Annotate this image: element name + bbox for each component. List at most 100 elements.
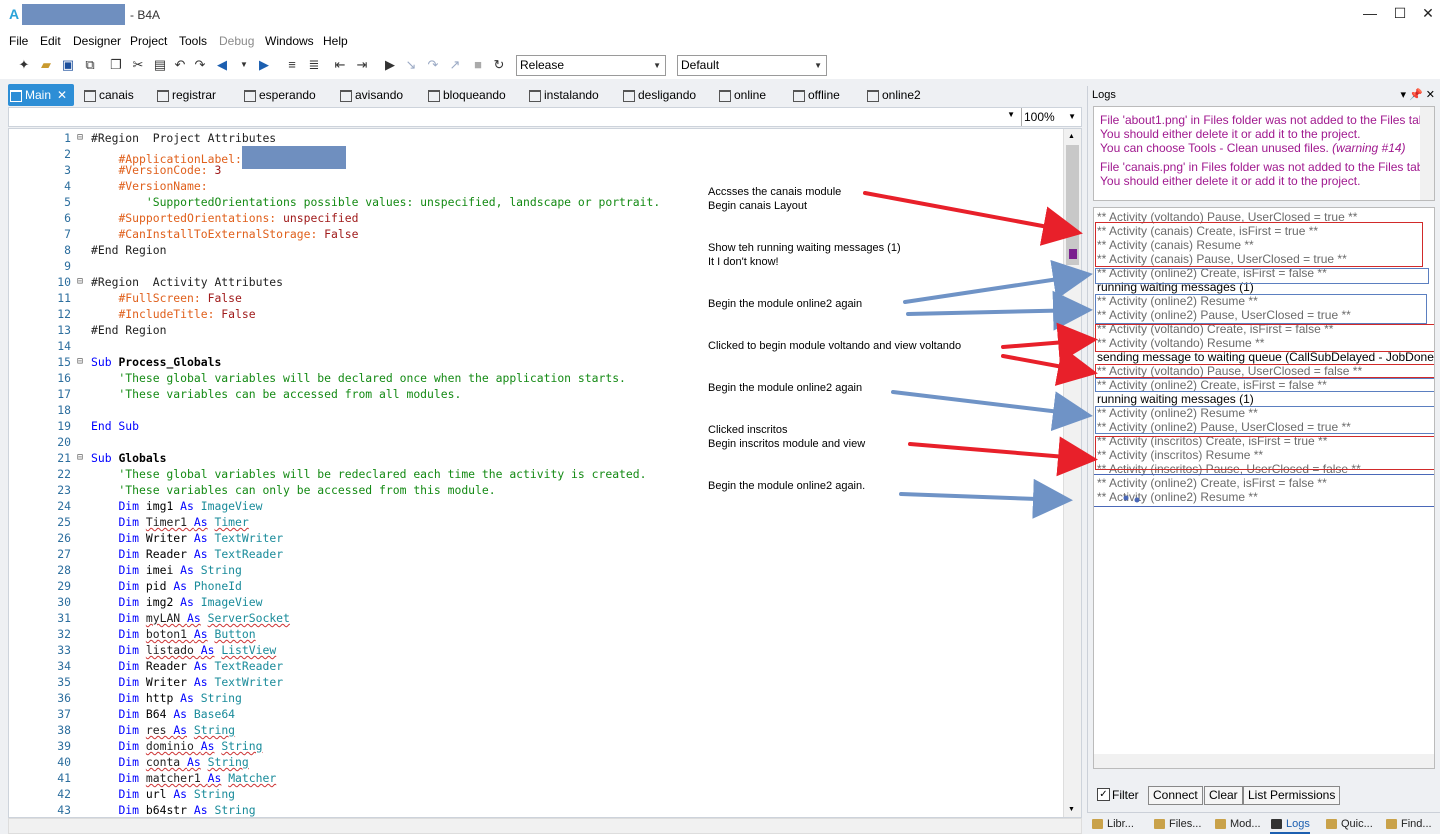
- indent-icon[interactable]: ≡: [284, 57, 300, 73]
- clear-button[interactable]: Clear: [1204, 786, 1243, 805]
- menu-debug[interactable]: Debug: [219, 34, 254, 48]
- annotation-text: Accsses the canais module: [708, 186, 842, 198]
- log-output[interactable]: ** Activity (voltando) Pause, UserClosed…: [1093, 207, 1435, 769]
- code-text: Dim dominio As String: [118, 739, 263, 753]
- run-icon[interactable]: ▶: [382, 57, 398, 73]
- restart-icon[interactable]: ↻: [491, 57, 507, 73]
- list-permissions-button[interactable]: List Permissions: [1243, 786, 1341, 805]
- fold-toggle-icon[interactable]: ⊟: [77, 354, 83, 370]
- tab-registrar[interactable]: registrar: [155, 84, 216, 106]
- new-icon[interactable]: ✦: [16, 57, 32, 73]
- save-icon[interactable]: ▣: [60, 57, 76, 73]
- menu-project[interactable]: Project: [130, 34, 167, 48]
- connect-button[interactable]: Connect: [1148, 786, 1203, 805]
- warnings-scrollbar[interactable]: [1420, 107, 1434, 200]
- tab-find[interactable]: Find...: [1385, 816, 1432, 832]
- tab-files[interactable]: Files...: [1153, 816, 1201, 832]
- annotation-text: Clicked to begin module voltando and vie…: [708, 340, 962, 352]
- tab-close-icon[interactable]: ✕: [57, 88, 67, 102]
- code-text: Dim Reader As TextReader: [118, 659, 284, 673]
- highlight-box: [1095, 268, 1429, 284]
- sub-dropdown-icon[interactable]: ▼: [1007, 110, 1015, 119]
- tab-esperando[interactable]: esperando: [242, 84, 316, 106]
- tab-modules[interactable]: Mod...: [1214, 816, 1261, 832]
- warning-line: You should either delete it or add it to…: [1100, 174, 1361, 188]
- warning-line-text: You can choose Tools - Clean unused file…: [1100, 141, 1329, 155]
- menu-file[interactable]: File: [9, 34, 28, 48]
- fold-toggle-icon[interactable]: ⊟: [77, 274, 83, 290]
- tab-label: offline: [808, 88, 840, 102]
- line-number: 1: [64, 131, 71, 145]
- outdent-icon[interactable]: ≣: [306, 57, 322, 73]
- editor-horizontal-scrollbar[interactable]: [8, 818, 1082, 834]
- step-out-icon[interactable]: ↗: [447, 57, 463, 73]
- uncomment-icon[interactable]: ⇥: [354, 57, 370, 73]
- maximize-icon[interactable]: ☐: [1390, 5, 1410, 23]
- code-text: Dim img1 As ImageView: [118, 499, 263, 513]
- code-editor[interactable]: 1 ⊟ #Region Project Attributes 2 #Applicati…: [8, 128, 1082, 818]
- menu-edit[interactable]: Edit: [40, 34, 61, 48]
- tab-instalando[interactable]: instalando: [527, 84, 599, 106]
- panel-controls[interactable]: ▾ 📌 ✕: [1400, 86, 1435, 104]
- redo-icon[interactable]: ↷: [192, 57, 208, 73]
- menu-windows[interactable]: Windows: [265, 34, 314, 48]
- cut-icon[interactable]: ✂: [130, 57, 146, 73]
- log-horizontal-scrollbar[interactable]: [1094, 754, 1434, 768]
- highlight-box: [1094, 474, 1434, 507]
- tab-quick-search[interactable]: Quic...: [1325, 816, 1373, 832]
- logs-panel-title: Logs: [1092, 89, 1116, 101]
- forward-icon[interactable]: ▶: [256, 57, 272, 73]
- menu-designer[interactable]: Designer: [73, 34, 121, 48]
- build-config-select[interactable]: Release ▼: [516, 55, 666, 76]
- menu-help[interactable]: Help: [323, 34, 348, 48]
- device-select[interactable]: Default ▼: [677, 55, 827, 76]
- scroll-down-icon[interactable]: ▼: [1068, 806, 1075, 813]
- fold-toggle-icon[interactable]: ⊟: [77, 450, 83, 466]
- logs-panel: Logs ▾ 📌 ✕ File 'about1.png' in Files fo…: [1087, 86, 1440, 834]
- scroll-thumb[interactable]: [1066, 145, 1079, 265]
- menu-tools[interactable]: Tools: [179, 34, 207, 48]
- open-icon[interactable]: ▰: [38, 57, 54, 73]
- warnings-list[interactable]: File 'about1.png' in Files folder was no…: [1093, 106, 1435, 201]
- scroll-up-icon[interactable]: ▲: [1068, 133, 1077, 141]
- panel-tabs: Libr... Files... Mod... Logs Quic... Fin…: [1087, 812, 1440, 834]
- tab-label: avisando: [355, 88, 404, 102]
- code-text: Dim listado As ListView: [118, 643, 277, 657]
- undo-icon[interactable]: ↶: [172, 57, 188, 73]
- filter-checkbox[interactable]: ✓: [1097, 788, 1110, 801]
- save-all-icon[interactable]: ⧉: [82, 57, 98, 73]
- code-text: Dim conta As String: [118, 755, 249, 769]
- minimize-icon[interactable]: —: [1360, 5, 1380, 23]
- fold-toggle-icon[interactable]: ⊟: [77, 130, 83, 146]
- code-text: #End Region: [91, 323, 167, 337]
- line-number: 26: [57, 531, 71, 545]
- tab-libraries[interactable]: Libr...: [1091, 816, 1134, 832]
- comment-icon[interactable]: ⇤: [332, 57, 348, 73]
- highlight-box: [1095, 436, 1434, 470]
- line-number: 6: [64, 211, 71, 225]
- tab-avisando[interactable]: avisando: [338, 84, 403, 106]
- tab-canais[interactable]: canais: [82, 84, 134, 106]
- step-into-icon[interactable]: ↘: [403, 57, 419, 73]
- editor-vertical-scrollbar[interactable]: ▲ ▼: [1063, 129, 1081, 817]
- build-config-value: Release: [520, 58, 565, 72]
- back-icon[interactable]: ◀: [214, 57, 230, 73]
- tab-online2[interactable]: online2: [865, 84, 921, 106]
- menu-bar: File Edit Designer Project Tools Debug W…: [0, 30, 1440, 52]
- zoom-select[interactable]: 100% ▼: [1021, 108, 1079, 126]
- tab-logs[interactable]: Logs: [1270, 816, 1310, 834]
- line-number: 22: [57, 467, 71, 481]
- warning-line: You should either delete it or add it to…: [1100, 127, 1361, 141]
- stop-icon[interactable]: ■: [470, 57, 486, 73]
- close-icon[interactable]: ✕: [1418, 5, 1438, 23]
- copy-icon[interactable]: ❐: [108, 57, 124, 73]
- log-controls: ✓ Filter Connect Clear List Permissions: [1087, 784, 1440, 806]
- paste-icon[interactable]: ▤: [152, 57, 168, 73]
- tab-offline[interactable]: offline: [791, 84, 840, 106]
- step-over-icon[interactable]: ↷: [425, 57, 441, 73]
- tab-main[interactable]: Main ✕: [8, 84, 74, 106]
- tab-bloqueando[interactable]: bloqueando: [426, 84, 506, 106]
- tab-desligando[interactable]: desligando: [621, 84, 696, 106]
- tab-online[interactable]: online: [717, 84, 766, 106]
- back-dropdown-icon[interactable]: ▼: [236, 57, 252, 73]
